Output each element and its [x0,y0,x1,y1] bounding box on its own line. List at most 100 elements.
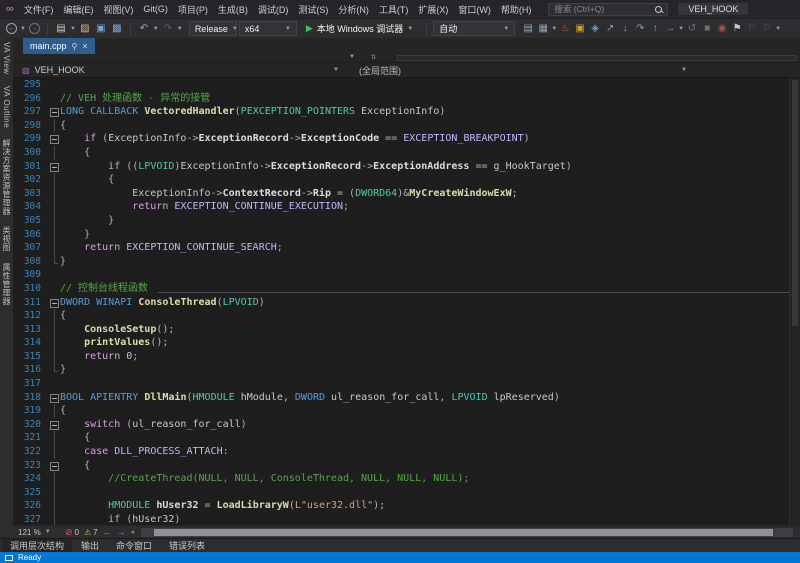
side-tab-class-view[interactable]: 类视图 [1,226,12,252]
solution-platform-dropdown[interactable]: x64▼ [239,21,297,36]
scroll-left-icon[interactable]: ◂ [131,528,135,536]
outlining-margin[interactable] [49,418,60,432]
code-line[interactable]: 324 //CreateThread(NULL, NULL, ConsoleTh… [13,472,800,486]
scrollbar-thumb[interactable] [154,529,773,536]
code-line[interactable]: 322 case DLL_PROCESS_ATTACH: [13,445,800,459]
attach-process-icon[interactable]: ↗ [603,22,617,36]
code-line[interactable]: 320 switch (ul_reason_for_call) [13,418,800,432]
outlining-margin[interactable] [49,459,60,473]
code-line[interactable]: 310// 控制台线程函数 [13,282,800,296]
panel-tab-output[interactable]: 输出 [73,539,107,552]
code-line[interactable]: 300 { [13,146,800,160]
project-scope-dropdown[interactable]: ▧ VEH_HOOK ▼ [13,63,345,77]
scrollbar-thumb[interactable] [792,80,798,326]
step-over-icon[interactable]: ↷ [633,22,647,36]
code-line[interactable]: 295 [13,78,800,92]
hot-reload-profile-dropdown[interactable]: 自动▼ [433,21,515,36]
code-line[interactable]: 308} [13,255,800,269]
menu-debug[interactable]: 调试(D) [253,2,294,17]
code-line[interactable]: 296// VEH 处理函数 - 异常的接管 [13,92,800,106]
code-line[interactable]: 314 printValues(); [13,336,800,350]
save-icon[interactable]: ▣ [94,22,108,36]
code-line[interactable]: 305 } [13,214,800,228]
solution-configuration-dropdown[interactable]: Release▼ [189,21,237,36]
menu-analyze[interactable]: 分析(N) [333,2,374,17]
outlining-margin[interactable] [49,296,60,310]
code-line[interactable]: 301 if ((LPVOID)ExceptionInfo->Exception… [13,160,800,174]
warning-count-badge[interactable]: ⚠ 7 [84,528,98,537]
code-line[interactable]: 325 [13,486,800,500]
outlining-margin[interactable] [49,132,60,146]
outlining-margin[interactable] [49,391,60,405]
error-count-badge[interactable]: ⊘ 0 [65,527,79,538]
hot-reload-icon[interactable]: ♨ [558,22,572,36]
code-line[interactable]: 307 return EXCEPTION_CONTINUE_SEARCH; [13,241,800,255]
symbol-scope-dropdown[interactable]: (全局范围) ▼ [345,63,693,77]
navigate-forward-icon[interactable]: → [117,527,126,537]
side-tab-va-outline[interactable]: VA Outline [2,86,11,128]
open-folder-icon[interactable]: ▨ [78,22,92,36]
undo-icon[interactable]: ↶ [137,22,151,36]
code-editor[interactable]: 295296// VEH 处理函数 - 异常的接管297LONG CALLBAC… [13,78,800,525]
code-line[interactable]: 309 [13,268,800,282]
navigate-back-icon[interactable]: ← [103,527,112,537]
tab-main-cpp[interactable]: main.cpp ⚲ × [23,38,95,54]
prev-bookmark-icon[interactable]: ⚐ [745,22,759,36]
code-line[interactable]: 302 { [13,173,800,187]
step-into-icon[interactable]: ↓ [618,22,632,36]
code-line[interactable]: 312{ [13,309,800,323]
code-line[interactable]: 317 [13,377,800,391]
menu-window[interactable]: 窗口(W) [453,2,496,17]
menu-extensions[interactable]: 扩展(X) [413,2,453,17]
pin-icon[interactable]: ⚲ [72,42,78,51]
vertical-scrollbar[interactable] [789,78,800,525]
code-line[interactable]: 298{ [13,119,800,133]
code-line[interactable]: 299 if (ExceptionInfo->ExceptionRecord->… [13,132,800,146]
stop-icon[interactable]: ■ [700,22,714,36]
bookmark-icon[interactable]: ⚑ [730,22,744,36]
restart-icon[interactable]: ↺ [685,22,699,36]
new-file-icon[interactable]: ▤ [54,22,68,36]
redo-icon[interactable]: ↷ [161,22,175,36]
code-line[interactable]: 315 return 0; [13,350,800,364]
code-line[interactable]: 319{ [13,404,800,418]
menu-project[interactable]: 项目(P) [173,2,213,17]
code-line[interactable]: 311DWORD WINAPI ConsoleThread(LPVOID) [13,296,800,310]
menu-git[interactable]: Git(G) [138,3,173,15]
apply-changes-icon[interactable]: ▣ [573,22,587,36]
spinner-icon[interactable]: ⇅ [371,54,376,61]
step-out-icon[interactable]: ↑ [648,22,662,36]
code-line[interactable]: 321 { [13,431,800,445]
find-in-files-icon[interactable]: ◈ [588,22,602,36]
menu-tools[interactable]: 工具(T) [374,2,414,17]
outlining-margin[interactable] [49,160,60,174]
next-bookmark-icon[interactable]: ⚐ [760,22,774,36]
close-icon[interactable]: × [82,41,87,51]
panel-tab-call-hierarchy[interactable]: 调用层次结构 [2,539,72,552]
nav-back-icon[interactable]: ← [6,23,17,34]
side-tab-va-view[interactable]: VA View [2,42,11,75]
menu-file[interactable]: 文件(F) [19,2,59,17]
code-line[interactable]: 297LONG CALLBACK VectoredHandler(PEXCEPT… [13,105,800,119]
side-tab-solution-explorer[interactable]: 解决方案资源管理器 [1,139,12,216]
start-debugging-button[interactable]: ▶ 本地 Windows 调试器 ▼ [299,21,420,36]
code-line[interactable]: 326 HMODULE hUser32 = LoadLibraryW(L"use… [13,499,800,513]
zoom-dropdown[interactable]: 121 % ▼ [18,528,60,537]
menu-help[interactable]: 帮助(H) [496,2,537,17]
outlining-margin[interactable] [49,105,60,119]
code-line[interactable]: 306 } [13,228,800,242]
menu-test[interactable]: 测试(S) [293,2,333,17]
code-line[interactable]: 304 return EXCEPTION_CONTINUE_EXECUTION; [13,200,800,214]
va-definition-field[interactable] [397,55,797,61]
run-to-cursor-icon[interactable]: → [663,22,677,36]
code-line[interactable]: 323 { [13,459,800,473]
code-line[interactable]: 318BOOL APIENTRY DllMain(HMODULE hModule… [13,391,800,405]
breakpoints-window-icon[interactable]: ◉ [715,22,729,36]
side-tab-property-manager[interactable]: 属性管理器 [1,263,12,306]
menu-edit[interactable]: 编辑(E) [58,2,98,17]
menu-build[interactable]: 生成(B) [213,2,253,17]
code-line[interactable]: 316} [13,363,800,377]
chevron-down-icon[interactable]: ▼ [349,54,355,60]
code-line[interactable]: 313 ConsoleSetup(); [13,323,800,337]
menu-view[interactable]: 视图(V) [98,2,138,17]
